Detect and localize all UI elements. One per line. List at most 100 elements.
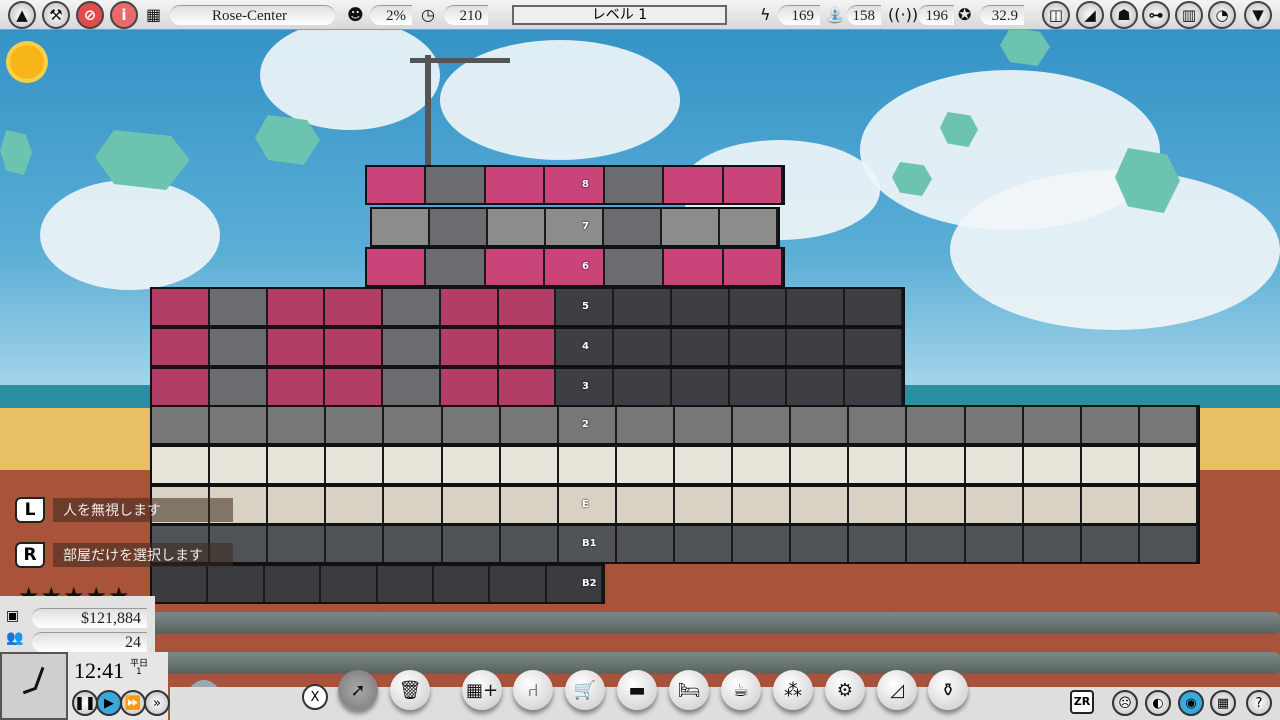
room[interactable]: [442, 447, 501, 483]
room[interactable]: [787, 289, 846, 325]
room[interactable]: [849, 526, 908, 562]
room[interactable]: [729, 369, 788, 405]
room[interactable]: [616, 447, 675, 483]
room[interactable]: [500, 487, 559, 523]
room[interactable]: [1023, 526, 1082, 562]
room[interactable]: [664, 167, 724, 203]
room[interactable]: [849, 447, 908, 483]
room[interactable]: [442, 407, 501, 443]
blueprint-button[interactable]: ◫: [1042, 1, 1070, 29]
room[interactable]: [845, 369, 903, 405]
room[interactable]: [662, 209, 720, 245]
select-tool-button[interactable]: ➚: [338, 670, 378, 710]
room[interactable]: [367, 249, 427, 285]
room[interactable]: [965, 526, 1024, 562]
room[interactable]: [488, 209, 546, 245]
room[interactable]: [433, 566, 491, 602]
room[interactable]: [614, 329, 672, 365]
room[interactable]: [326, 447, 385, 483]
room[interactable]: [152, 447, 211, 483]
room[interactable]: [426, 249, 486, 285]
floor[interactable]: 6: [365, 247, 785, 287]
info-button[interactable]: i: [110, 1, 138, 29]
room[interactable]: [733, 447, 792, 483]
room[interactable]: [384, 447, 443, 483]
room[interactable]: [965, 407, 1024, 443]
mood-view-button[interactable]: ☹: [1112, 690, 1138, 716]
room[interactable]: [787, 329, 846, 365]
floor[interactable]: 7: [370, 207, 780, 247]
room[interactable]: [384, 526, 443, 562]
room[interactable]: [209, 369, 268, 405]
room[interactable]: [383, 329, 441, 365]
room[interactable]: [325, 289, 384, 325]
room[interactable]: [485, 249, 546, 285]
room[interactable]: [664, 249, 724, 285]
pause-button[interactable]: ❚❚: [72, 690, 98, 716]
room[interactable]: [500, 407, 559, 443]
room[interactable]: [616, 526, 675, 562]
room[interactable]: [267, 329, 326, 365]
room[interactable]: [604, 209, 662, 245]
delete-tool-button[interactable]: 🗑: [390, 670, 430, 710]
room[interactable]: [849, 407, 908, 443]
grid-view-button[interactable]: ▦: [1210, 690, 1236, 716]
fast-forward-button[interactable]: ⏩: [120, 690, 146, 716]
stairs-tool-button[interactable]: ◿: [877, 670, 917, 710]
room[interactable]: [558, 447, 617, 483]
room[interactable]: [546, 209, 604, 245]
floor[interactable]: B1: [150, 524, 1200, 564]
room[interactable]: [152, 329, 210, 365]
room[interactable]: [545, 249, 605, 285]
room[interactable]: [442, 526, 501, 562]
room[interactable]: [723, 249, 783, 285]
room[interactable]: [490, 566, 547, 602]
play-button[interactable]: ▶: [96, 690, 122, 716]
room[interactable]: [268, 447, 327, 483]
room[interactable]: [674, 487, 734, 523]
room[interactable]: [965, 447, 1024, 483]
room[interactable]: [907, 407, 966, 443]
cancel-button[interactable]: ⊘: [76, 1, 104, 29]
floor[interactable]: E: [150, 485, 1200, 525]
room[interactable]: [210, 447, 269, 483]
room[interactable]: [907, 487, 966, 523]
room[interactable]: [604, 249, 665, 285]
room[interactable]: [326, 487, 385, 523]
room[interactable]: [545, 167, 605, 203]
tree-button[interactable]: ⊶: [1142, 1, 1170, 29]
room[interactable]: [1081, 447, 1140, 483]
people-button[interactable]: ☗: [1110, 1, 1138, 29]
room[interactable]: [671, 369, 730, 405]
room[interactable]: [500, 526, 559, 562]
floor[interactable]: [150, 445, 1200, 485]
room[interactable]: [498, 369, 557, 405]
room[interactable]: [674, 407, 734, 443]
room[interactable]: [440, 289, 499, 325]
room[interactable]: [907, 447, 966, 483]
room[interactable]: [729, 289, 788, 325]
room[interactable]: [485, 167, 546, 203]
room[interactable]: [209, 289, 268, 325]
room[interactable]: [845, 289, 903, 325]
floor[interactable]: 8: [365, 165, 785, 205]
decor-vase-button[interactable]: ⚱: [928, 670, 968, 710]
cafe-cup-button[interactable]: ☕: [721, 670, 761, 710]
building-name-field[interactable]: Rose-Center: [170, 5, 335, 25]
room[interactable]: [1139, 487, 1198, 523]
room[interactable]: [384, 407, 443, 443]
room[interactable]: [210, 407, 269, 443]
build-hammer-button[interactable]: ⚒: [42, 1, 70, 29]
stats-button[interactable]: ▥: [1175, 1, 1203, 29]
fastest-button[interactable]: »: [144, 690, 170, 716]
room[interactable]: [321, 566, 378, 602]
room[interactable]: [367, 167, 427, 203]
eye-view-button[interactable]: ◉: [1178, 690, 1204, 716]
room[interactable]: [267, 369, 326, 405]
room[interactable]: [671, 329, 730, 365]
room[interactable]: [440, 329, 499, 365]
room[interactable]: [1023, 487, 1082, 523]
room[interactable]: [152, 289, 210, 325]
room[interactable]: [1023, 447, 1082, 483]
room[interactable]: [845, 329, 903, 365]
